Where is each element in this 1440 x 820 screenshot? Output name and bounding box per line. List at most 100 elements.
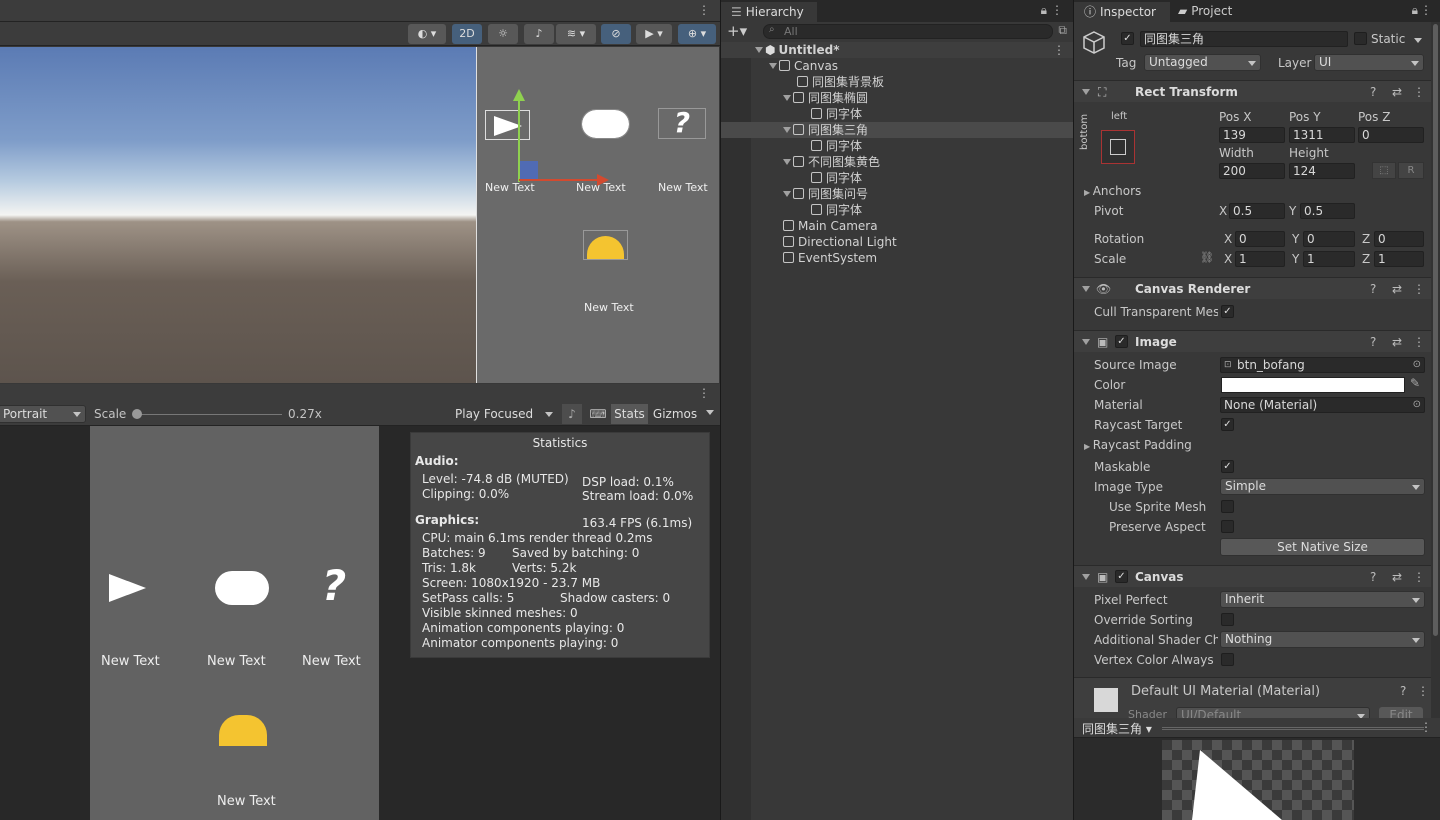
object-picker-icon[interactable]: ⊙ — [1413, 398, 1421, 412]
tag-dropdown[interactable]: Untagged — [1144, 54, 1261, 71]
inspector-scrollbar[interactable] — [1431, 22, 1440, 718]
play-mode-dropdown[interactable]: Play Focused — [450, 405, 558, 423]
material-shader-dropdown[interactable]: UI/Default — [1176, 707, 1370, 718]
scene-view[interactable]: ⋮ ◐ ▾ 2D ☼ ♪ ≋ ▾ ⊘ ▶ ▾ ⊕ ▾ ? New Text Ne… — [0, 0, 720, 384]
canvas-view[interactable]: ? New Text New Text New Text New Text — [476, 47, 719, 383]
cull-checkbox[interactable]: ✓ — [1221, 305, 1234, 318]
pivot-y-field[interactable]: 0.5 — [1300, 203, 1355, 219]
more-icon[interactable]: ⋮ — [1420, 3, 1432, 17]
rect-transform-header[interactable]: ⛶ Rect Transform ? ⇄ ⋮ — [1074, 80, 1440, 102]
audio-icon[interactable]: ♪ — [524, 24, 554, 44]
hierarchy-item-main-camera[interactable]: Main Camera — [721, 218, 1073, 234]
mute-icon[interactable]: ♪ — [562, 404, 582, 424]
hierarchy-item-bg[interactable]: 同图集背景板 — [721, 74, 1073, 90]
more-icon[interactable]: ⋮ — [1413, 566, 1425, 588]
active-checkbox[interactable]: ✓ — [1121, 32, 1134, 45]
raycast-target-checkbox[interactable]: ✓ — [1221, 418, 1234, 431]
camera-icon[interactable]: ▶ ▾ — [636, 24, 672, 44]
gizmos-button[interactable]: Gizmos — [651, 404, 699, 424]
static-checkbox[interactable] — [1354, 32, 1367, 45]
link-icon[interactable]: ⛓ — [1200, 251, 1214, 264]
scale-slider-track[interactable] — [134, 414, 282, 415]
mode-2d-button[interactable]: 2D — [452, 24, 482, 44]
raycast-padding-foldout[interactable]: ▶ Raycast Padding — [1084, 438, 1192, 452]
effects-icon[interactable]: ≋ ▾ — [556, 24, 596, 44]
stats-button[interactable]: Stats — [611, 404, 648, 424]
hierarchy-item-triangle[interactable]: 同图集三角 — [721, 122, 1073, 138]
more-icon[interactable]: ⋮ — [1413, 81, 1425, 103]
preview-title[interactable]: 同图集三角 ▾ — [1082, 720, 1152, 737]
more-icon[interactable]: ⋮ — [1413, 278, 1425, 300]
color-swatch[interactable] — [1221, 377, 1405, 393]
aspect-dropdown[interactable]: Portrait — [0, 405, 86, 423]
shader-channels-dropdown[interactable]: Nothing — [1220, 631, 1425, 648]
hierarchy-item-oval[interactable]: 同图集椭圆 — [721, 90, 1073, 106]
image-header[interactable]: ▣ ✓ Image ? ⇄ ⋮ — [1074, 330, 1440, 352]
more-icon[interactable]: ⋮ — [698, 3, 710, 17]
scale-z-field[interactable]: 1 — [1374, 251, 1424, 267]
lock-icon[interactable]: 🔒︎ — [1041, 3, 1047, 18]
maskable-checkbox[interactable]: ✓ — [1221, 460, 1234, 473]
set-native-size-button[interactable]: Set Native Size — [1220, 538, 1425, 556]
tab-hierarchy[interactable]: ☰ Hierarchy — [721, 2, 817, 22]
scale-x-field[interactable]: 1 — [1235, 251, 1285, 267]
hierarchy-search[interactable]: ⌕ All — [763, 24, 1053, 39]
raw-edit-button[interactable]: R — [1398, 162, 1424, 179]
help-icon[interactable]: ? — [1370, 331, 1376, 353]
pos-x-field[interactable]: 139 — [1219, 127, 1285, 143]
preset-icon[interactable]: ⇄ — [1392, 278, 1402, 300]
hierarchy-item-yellow[interactable]: 不同图集黄色 — [721, 154, 1073, 170]
rot-z-field[interactable]: 0 — [1374, 231, 1424, 247]
canvas-header[interactable]: ▣ ✓ Canvas ? ⇄ ⋮ — [1074, 565, 1440, 587]
preserve-aspect-checkbox[interactable] — [1221, 520, 1234, 533]
hierarchy-item-untitled[interactable]: ⬢ Untitled* ⋮ — [721, 42, 1073, 58]
vertex-color-checkbox[interactable] — [1221, 653, 1234, 666]
pos-z-field[interactable]: 0 — [1358, 127, 1424, 143]
more-icon[interactable]: ⋮ — [698, 386, 710, 400]
keyboard-icon[interactable]: ⌨ — [587, 404, 609, 424]
layer-dropdown[interactable]: UI — [1314, 54, 1424, 71]
more-icon[interactable]: ⋮ — [1417, 684, 1429, 698]
use-sprite-mesh-checkbox[interactable] — [1221, 500, 1234, 513]
canvas-enabled-checkbox[interactable]: ✓ — [1115, 570, 1128, 583]
hierarchy-item-font-3[interactable]: 同字体 — [721, 170, 1073, 186]
hierarchy-item-light[interactable]: Directional Light — [721, 234, 1073, 250]
preset-icon[interactable]: ⇄ — [1392, 81, 1402, 103]
scale-slider-thumb[interactable] — [132, 409, 142, 419]
pixel-perfect-dropdown[interactable]: Inherit — [1220, 591, 1425, 608]
static-dropdown[interactable] — [1414, 38, 1422, 43]
gizmos-icon[interactable]: ⊕ ▾ — [678, 24, 716, 44]
hierarchy-item-font-4[interactable]: 同字体 — [721, 202, 1073, 218]
help-icon[interactable]: ? — [1370, 81, 1376, 103]
help-icon[interactable]: ? — [1370, 278, 1376, 300]
more-icon[interactable]: ⋮ — [1413, 331, 1425, 353]
pos-y-field[interactable]: 1311 — [1289, 127, 1355, 143]
help-icon[interactable]: ? — [1370, 566, 1376, 588]
image-enabled-checkbox[interactable]: ✓ — [1115, 335, 1128, 348]
object-picker-icon[interactable]: ⊙ — [1413, 358, 1421, 372]
canvas-renderer-header[interactable]: 👁︎ Canvas Renderer ? ⇄ ⋮ — [1074, 277, 1440, 299]
hierarchy-item-font-1[interactable]: 同字体 — [721, 106, 1073, 122]
override-sorting-checkbox[interactable] — [1221, 613, 1234, 626]
anchor-preset-button[interactable] — [1101, 130, 1135, 164]
pivot-x-field[interactable]: 0.5 — [1229, 203, 1285, 219]
hierarchy-item-question[interactable]: 同图集问号 — [721, 186, 1073, 202]
scene-search-icon[interactable]: ⧉ — [1058, 23, 1067, 38]
blueprint-mode-icon[interactable]: ⬚ — [1372, 162, 1396, 179]
hierarchy-item-eventsystem[interactable]: EventSystem — [721, 250, 1073, 266]
hierarchy-item-canvas[interactable]: Canvas — [721, 58, 1073, 74]
image-type-dropdown[interactable]: Simple — [1220, 478, 1425, 495]
drag-handle[interactable] — [1162, 727, 1424, 730]
material-edit-button[interactable]: Edit — [1379, 707, 1423, 718]
preset-icon[interactable]: ⇄ — [1392, 331, 1402, 353]
shading-mode-button[interactable]: ◐ ▾ — [408, 24, 446, 44]
material-field[interactable]: None (Material) ⊙ — [1220, 397, 1425, 413]
more-icon[interactable]: ⋮ — [1053, 42, 1065, 58]
hidden-objects-icon[interactable]: ⊘ — [601, 24, 631, 44]
height-field[interactable]: 124 — [1289, 163, 1355, 179]
object-name-field[interactable]: 同图集三角 — [1140, 31, 1348, 47]
more-icon[interactable]: ⋮ — [1420, 720, 1432, 734]
lighting-icon[interactable]: ☼ — [488, 24, 518, 44]
add-icon[interactable]: +▾ — [727, 22, 747, 40]
rot-y-field[interactable]: 0 — [1303, 231, 1355, 247]
